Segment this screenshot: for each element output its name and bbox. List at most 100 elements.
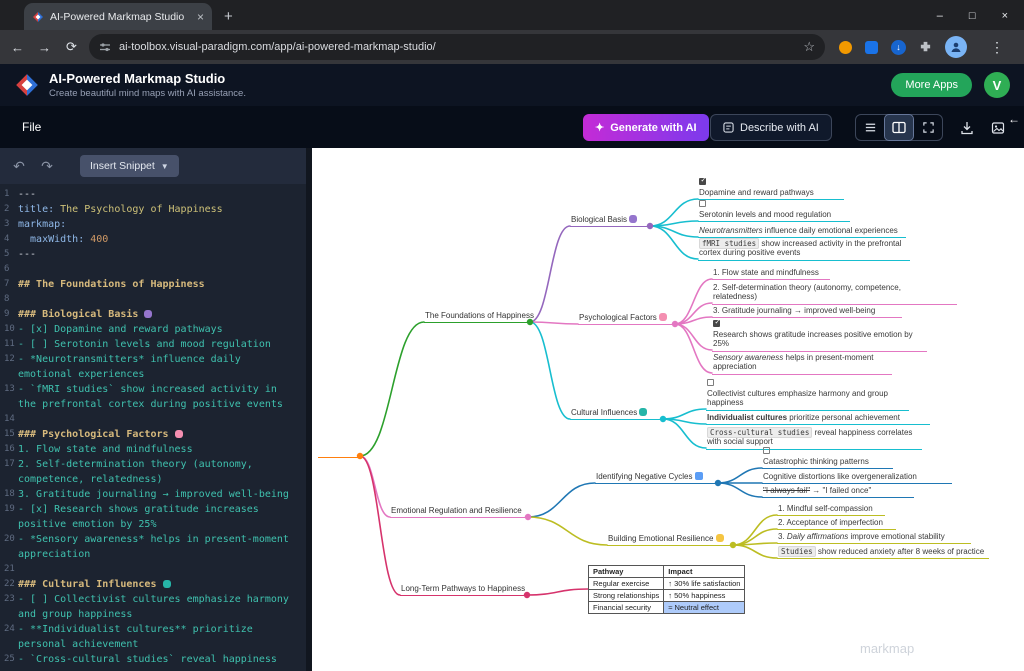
browser-menu-icon[interactable]: ⋮ xyxy=(990,39,1004,56)
code-line[interactable]: 25- `Cross-cultural studies` reveal happ… xyxy=(0,652,306,667)
code-line[interactable]: 6 xyxy=(0,262,306,277)
describe-icon xyxy=(723,122,734,133)
editor-only-view-button[interactable] xyxy=(856,115,884,140)
download-button[interactable] xyxy=(953,114,980,141)
code-line[interactable]: 19- [x] Research shows gratitude increas… xyxy=(0,502,306,517)
code-editor[interactable]: 1---2title: The Psychology of Happiness3… xyxy=(0,184,306,671)
mindmap-node-acceptance[interactable]: 2. Acceptance of imperfection xyxy=(777,518,896,531)
mindmap-node-longterm[interactable]: Long-Term Pathways to Happiness xyxy=(400,584,527,597)
code-line[interactable]: 183. Gratitude journaling → improved wel… xyxy=(0,487,306,502)
mindmap-node-cognitive[interactable]: Cognitive distortions like overgeneraliz… xyxy=(762,472,952,485)
mindmap-node-fmri[interactable]: fMRI studies show increased activity in … xyxy=(698,239,910,261)
code-line[interactable]: 12- *Neurotransmitters* influence daily xyxy=(0,352,306,367)
code-line[interactable]: 24- **Individualist cultures** prioritiz… xyxy=(0,622,306,637)
extension-blue-icon[interactable] xyxy=(865,41,878,54)
download-manager-icon[interactable]: ↓ xyxy=(891,40,906,55)
mindmap-node-building[interactable]: Building Emotional Resilience xyxy=(607,534,733,547)
generate-with-ai-button[interactable]: ✦ Generate with AI xyxy=(583,114,709,141)
code-line[interactable]: 11- [ ] Serotonin levels and mood regula… xyxy=(0,337,306,352)
code-line[interactable]: emotional experiences xyxy=(0,367,306,382)
browser-tab[interactable]: AI-Powered Markmap Studio × xyxy=(24,3,212,30)
code-line[interactable]: positive emotion by 25% xyxy=(0,517,306,532)
mindmap-node-gratitude[interactable]: 3. Gratitude journaling → improved well-… xyxy=(712,306,902,319)
mindmap-node-root[interactable] xyxy=(318,455,360,458)
url-text[interactable]: ai-toolbox.visual-paradigm.com/app/ai-po… xyxy=(119,41,795,53)
extensions-puzzle-icon[interactable] xyxy=(919,41,932,54)
extension-orange-icon[interactable] xyxy=(839,41,852,54)
code-line[interactable]: appreciation xyxy=(0,547,306,562)
fullscreen-view-button[interactable] xyxy=(914,115,942,140)
user-avatar[interactable]: V xyxy=(984,72,1010,98)
mindmap-node-biological[interactable]: Biological Basis xyxy=(570,215,650,228)
line-number xyxy=(0,472,18,487)
code-line[interactable]: 20- *Sensory awareness* helps in present… xyxy=(0,532,306,547)
new-tab-button[interactable]: + xyxy=(224,8,233,25)
code-line[interactable]: 4 maxWidth: 400 xyxy=(0,232,306,247)
code-line[interactable]: 10- [x] Dopamine and reward pathways xyxy=(0,322,306,337)
window-minimize-button[interactable]: – xyxy=(937,10,943,22)
reload-button[interactable]: ⟳ xyxy=(58,39,85,55)
mindmap-node-cultural[interactable]: Cultural Influences xyxy=(570,408,663,421)
code-line[interactable]: 172. Self-determination theory (autonomy… xyxy=(0,457,306,472)
window-maximize-button[interactable]: □ xyxy=(969,10,976,22)
mindmap-node-neuro[interactable]: Neurotransmitters influence daily emotio… xyxy=(698,226,906,239)
window-close-button[interactable]: × xyxy=(1002,10,1008,22)
mindmap-node-identifying[interactable]: Identifying Negative Cycles xyxy=(595,472,718,485)
line-number: 10 xyxy=(0,322,18,337)
url-bar[interactable]: ai-toolbox.visual-paradigm.com/app/ai-po… xyxy=(89,34,825,60)
code-line[interactable]: 7## The Foundations of Happiness xyxy=(0,277,306,292)
code-line[interactable]: 14 xyxy=(0,412,306,427)
code-line[interactable]: 3markmap: xyxy=(0,217,306,232)
mindmap-node-sdt[interactable]: 2. Self-determination theory (autonomy, … xyxy=(712,283,957,305)
mindmap-node-sensory[interactable]: Sensory awareness helps in present-momen… xyxy=(712,353,892,375)
code-line[interactable]: 5--- xyxy=(0,247,306,262)
pathways-table[interactable]: PathwayImpactRegular exercise↑ 30% life … xyxy=(588,565,745,614)
code-line[interactable]: 22### Cultural Influences xyxy=(0,577,306,592)
file-menu-button[interactable]: File xyxy=(16,116,47,138)
mindmap-node-flow[interactable]: 1. Flow state and mindfulness xyxy=(712,268,830,281)
code-line[interactable]: the prefrontal cortex during positive ev… xyxy=(0,397,306,412)
code-line[interactable]: 13- `fMRI studies` show increased activi… xyxy=(0,382,306,397)
mindmap-node-research[interactable]: Research shows gratitude increases posit… xyxy=(712,319,927,352)
mindmap-node-mindful[interactable]: 1. Mindful self-compassion xyxy=(777,504,885,517)
more-apps-button[interactable]: More Apps xyxy=(891,73,972,97)
mindmap-node-emotional[interactable]: Emotional Regulation and Resilience xyxy=(390,506,528,519)
split-view-button[interactable] xyxy=(885,115,913,140)
code-line[interactable]: 2title: The Psychology of Happiness xyxy=(0,202,306,217)
table-header-cell: Impact xyxy=(664,566,745,578)
mindmap-node-alwaysfail[interactable]: "I always fail" → "I failed once" xyxy=(762,486,914,499)
mindmap-node-studies[interactable]: Studies show reduced anxiety after 8 wee… xyxy=(777,547,989,560)
mindmap-node-serotonin[interactable]: Serotonin levels and mood regulation xyxy=(698,199,850,223)
code-line[interactable]: 21 xyxy=(0,562,306,577)
undo-icon[interactable]: ↶ xyxy=(10,158,28,175)
tab-close-icon[interactable]: × xyxy=(197,11,204,23)
mindmap-node-collectivist[interactable]: Collectivist cultures emphasize harmony … xyxy=(706,378,909,411)
mindmap-node-foundations[interactable]: The Foundations of Happiness xyxy=(424,311,530,324)
line-number: 4 xyxy=(0,232,18,247)
code-line[interactable]: and group happiness xyxy=(0,607,306,622)
mindmap-node-daily[interactable]: 3. Daily affirmations improve emotional … xyxy=(777,532,971,545)
site-settings-icon[interactable] xyxy=(99,41,111,53)
mindmap-node-dopamine[interactable]: Dopamine and reward pathways xyxy=(698,177,844,201)
code-line[interactable]: competence, relatedness) xyxy=(0,472,306,487)
code-line[interactable]: 15### Psychological Factors xyxy=(0,427,306,442)
mindmap-node-individualist[interactable]: Individualist cultures prioritize person… xyxy=(706,413,930,426)
mindmap-node-psychological[interactable]: Psychological Factors xyxy=(578,313,675,326)
mindmap-panel[interactable]: The Foundations of Happiness Emotional Re… xyxy=(312,148,1024,671)
code-line[interactable]: 9### Biological Basis xyxy=(0,307,306,322)
insert-snippet-button[interactable]: Insert Snippet ▼ xyxy=(80,155,179,177)
redo-icon[interactable]: ↷ xyxy=(38,158,56,175)
code-line[interactable]: 1--- xyxy=(0,187,306,202)
forward-button[interactable]: → xyxy=(31,40,58,55)
bookmark-star-icon[interactable]: ☆ xyxy=(803,39,815,55)
code-line[interactable]: personal achievement xyxy=(0,637,306,652)
mindmap-node-catastrophic[interactable]: Catastrophic thinking patterns xyxy=(762,446,893,470)
code-line[interactable]: 23- [ ] Collectivist cultures emphasize … xyxy=(0,592,306,607)
code-line[interactable]: 8 xyxy=(0,292,306,307)
line-number: 18 xyxy=(0,487,18,502)
export-image-button[interactable] xyxy=(984,114,1011,141)
describe-with-ai-button[interactable]: Describe with AI xyxy=(710,114,832,141)
back-button[interactable]: ← xyxy=(4,40,31,55)
browser-profile-avatar[interactable] xyxy=(945,36,967,58)
code-line[interactable]: 161. Flow state and mindfulness xyxy=(0,442,306,457)
